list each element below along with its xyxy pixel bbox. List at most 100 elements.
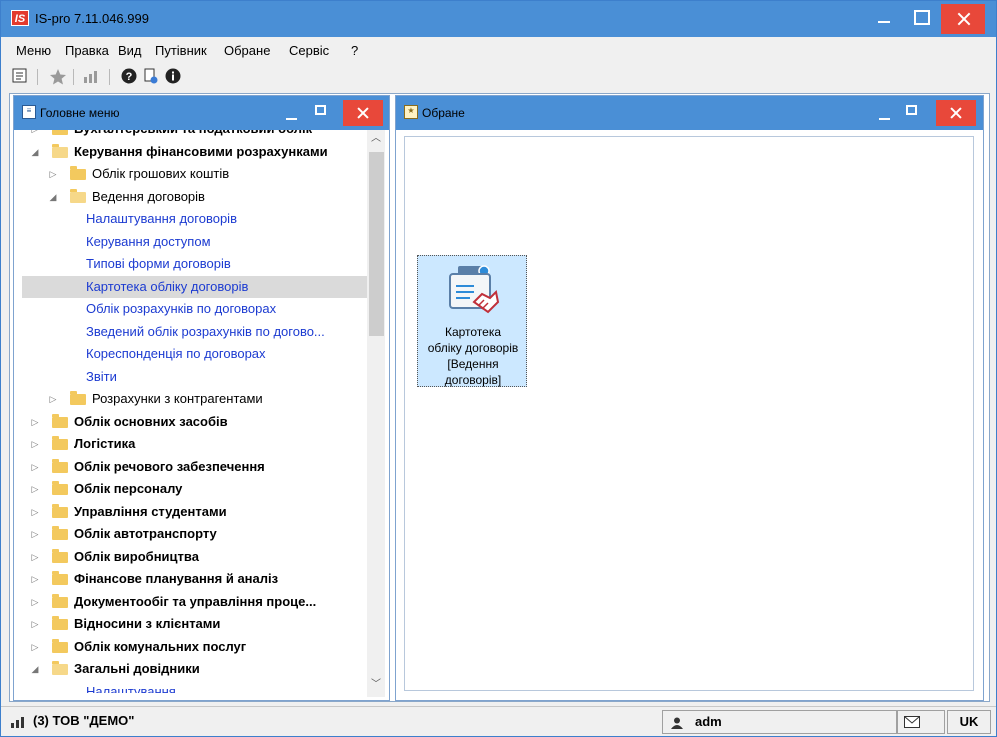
tile-label-line: Картотека [444, 325, 502, 339]
tree-leaf-item[interactable]: Типові форми договорів [22, 253, 367, 275]
folder-icon [52, 548, 68, 563]
panel-minimize-button[interactable] [286, 118, 297, 120]
folder-open-icon [52, 661, 68, 675]
menu-item-favorites[interactable]: Обране [224, 43, 270, 58]
outline-icon[interactable] [11, 68, 29, 86]
tree-folder-item[interactable]: ▷ Облік основних засобів [22, 411, 367, 433]
language-indicator[interactable]: UK [947, 710, 991, 734]
tree-leaf-item[interactable]: Зведений облік розрахунків по догово... [22, 321, 367, 343]
expand-arrow-icon[interactable]: ▷ [30, 501, 40, 523]
tree-folder-item[interactable]: ▷ Облік автотранспорту [22, 523, 367, 545]
tree-leaf-item[interactable]: Керування доступом [22, 231, 367, 253]
tree-folder-item[interactable]: ▷ Управління студентами [22, 501, 367, 523]
tree-item-label: Облік речового забезпечення [74, 458, 265, 474]
tree-folder-item[interactable]: ▷ Облік речового забезпечення [22, 456, 367, 478]
tree-leaf-item[interactable]: Картотека обліку договорів [22, 275, 367, 298]
expand-arrow-icon[interactable]: ▷ [30, 433, 40, 455]
tree-leaf-item[interactable]: Налаштування [22, 681, 367, 694]
folder-icon [52, 503, 68, 518]
favorites-title: Обране [422, 106, 465, 120]
doc-info-icon[interactable] [142, 68, 160, 86]
status-bar: (3) ТОВ "ДЕМО" adm UK [1, 706, 996, 736]
tree-folder-item[interactable]: ▷ Відносини з клієнтами [22, 613, 367, 635]
scroll-down-arrow-icon[interactable]: ﹀ [367, 676, 385, 694]
tree-item-label: Бухгалтерський та податковий облік [74, 130, 312, 140]
menu-item-service[interactable]: Сервіс [289, 43, 329, 58]
menu-item-edit[interactable]: Правка [65, 43, 109, 58]
tree-folder-item[interactable]: ▷ Облік грошових коштів [22, 163, 367, 185]
collapse-arrow-icon[interactable]: ◢ [48, 186, 58, 208]
expand-arrow-icon[interactable]: ▷ [30, 636, 40, 658]
tree-leaf-item[interactable]: Облік розрахунків по договорах [22, 298, 367, 320]
tree-leaf-item[interactable]: Звіти [22, 366, 367, 388]
info-icon[interactable] [164, 68, 182, 86]
collapse-arrow-icon[interactable]: ◢ [30, 141, 40, 163]
app-title: IS-pro 7.11.046.999 [35, 11, 149, 26]
toolbar-separator [73, 69, 74, 85]
tree-folder-item[interactable]: ▷ Документообіг та управління проце... [22, 591, 367, 613]
folder-icon [52, 458, 68, 473]
minimize-button[interactable] [867, 1, 901, 31]
close-button[interactable] [941, 4, 985, 34]
status-organization: (3) ТОВ "ДЕМО" [33, 713, 135, 728]
tree-leaf-item[interactable]: Налаштування договорів [22, 208, 367, 230]
tree-folder-item[interactable]: ▷ Логістика [22, 433, 367, 455]
expand-arrow-icon[interactable]: ▷ [30, 456, 40, 478]
maximize-button[interactable] [903, 1, 937, 31]
menu-item-guide[interactable]: Путівник [155, 43, 207, 58]
tree-folder-item[interactable]: ▷ Бухгалтерський та податковий облік [22, 130, 367, 140]
tree-folder-item[interactable]: ▷ Розрахунки з контрагентами [22, 388, 367, 410]
toolbar-separator [37, 69, 38, 85]
menu-bar: Меню Правка Вид Путівник Обране Сервіс ? [1, 38, 996, 62]
favorites-header: ★ Обране [396, 96, 983, 130]
expand-arrow-icon[interactable]: ▷ [30, 568, 40, 590]
expand-arrow-icon[interactable]: ▷ [48, 388, 58, 410]
tree-item-label: Типові форми договорів [86, 256, 231, 271]
panel-minimize-button[interactable] [879, 118, 890, 120]
expand-arrow-icon[interactable]: ▷ [30, 478, 40, 500]
scroll-thumb[interactable] [369, 152, 384, 336]
folder-icon [52, 481, 68, 495]
expand-arrow-icon[interactable]: ▷ [30, 130, 40, 140]
expand-arrow-icon[interactable]: ▷ [48, 163, 58, 185]
tree-folder-item[interactable]: ◢ Загальні довідники [22, 658, 367, 680]
tree-folder-item[interactable]: ▷ Облік виробництва [22, 546, 367, 568]
expand-arrow-icon[interactable]: ▷ [30, 591, 40, 613]
panel-close-button[interactable] [936, 100, 976, 126]
chart-icon[interactable] [83, 68, 101, 86]
collapse-arrow-icon[interactable]: ◢ [30, 658, 40, 680]
tree-folder-item[interactable]: ▷ Облік комунальних послуг [22, 636, 367, 658]
status-user: adm [695, 714, 722, 729]
tree-folder-item[interactable]: ◢ Керування фінансовими розрахунками [22, 141, 367, 163]
outline-icon: ≡ [22, 105, 36, 119]
panel-close-button[interactable] [343, 100, 383, 126]
menu-item-view[interactable]: Вид [118, 43, 142, 58]
folder-icon [52, 130, 68, 135]
menu-item-help[interactable]: ? [351, 43, 358, 58]
tree-scrollbar[interactable]: ︿ ﹀ [367, 130, 385, 697]
chart-icon [11, 716, 25, 728]
app-logo-icon: IS [11, 10, 29, 26]
favorites-panel: ★ Обране Картотека обліку договорів [Вед… [395, 95, 984, 701]
folder-icon [70, 391, 86, 405]
expand-arrow-icon[interactable]: ▷ [30, 523, 40, 545]
tree-folder-item[interactable]: ▷ Фінансове планування й аналіз [22, 568, 367, 590]
tree-item-label: Налаштування [86, 683, 176, 694]
star-icon[interactable] [49, 68, 67, 86]
scroll-up-arrow-icon[interactable]: ︿ [367, 130, 385, 148]
tree-leaf-item[interactable]: Кореспонденція по договорах [22, 343, 367, 365]
panel-maximize-button[interactable] [906, 105, 917, 115]
folder-icon [52, 593, 68, 608]
expand-arrow-icon[interactable]: ▷ [30, 546, 40, 568]
menu-item-menu[interactable]: Меню [16, 43, 51, 58]
panel-maximize-button[interactable] [315, 105, 326, 115]
toolbar: ? [1, 63, 996, 91]
tree-folder-item[interactable]: ▷ Облік персоналу [22, 478, 367, 500]
messages-button[interactable] [897, 710, 945, 734]
help-icon[interactable]: ? [120, 68, 138, 86]
expand-arrow-icon[interactable]: ▷ [30, 613, 40, 635]
favorite-tile-contracts-card[interactable]: Картотека обліку договорів [Ведення дого… [417, 255, 527, 387]
tree-item-label: Картотека обліку договорів [86, 278, 249, 294]
tree-folder-item[interactable]: ◢ Ведення договорів [22, 186, 367, 208]
expand-arrow-icon[interactable]: ▷ [30, 411, 40, 433]
